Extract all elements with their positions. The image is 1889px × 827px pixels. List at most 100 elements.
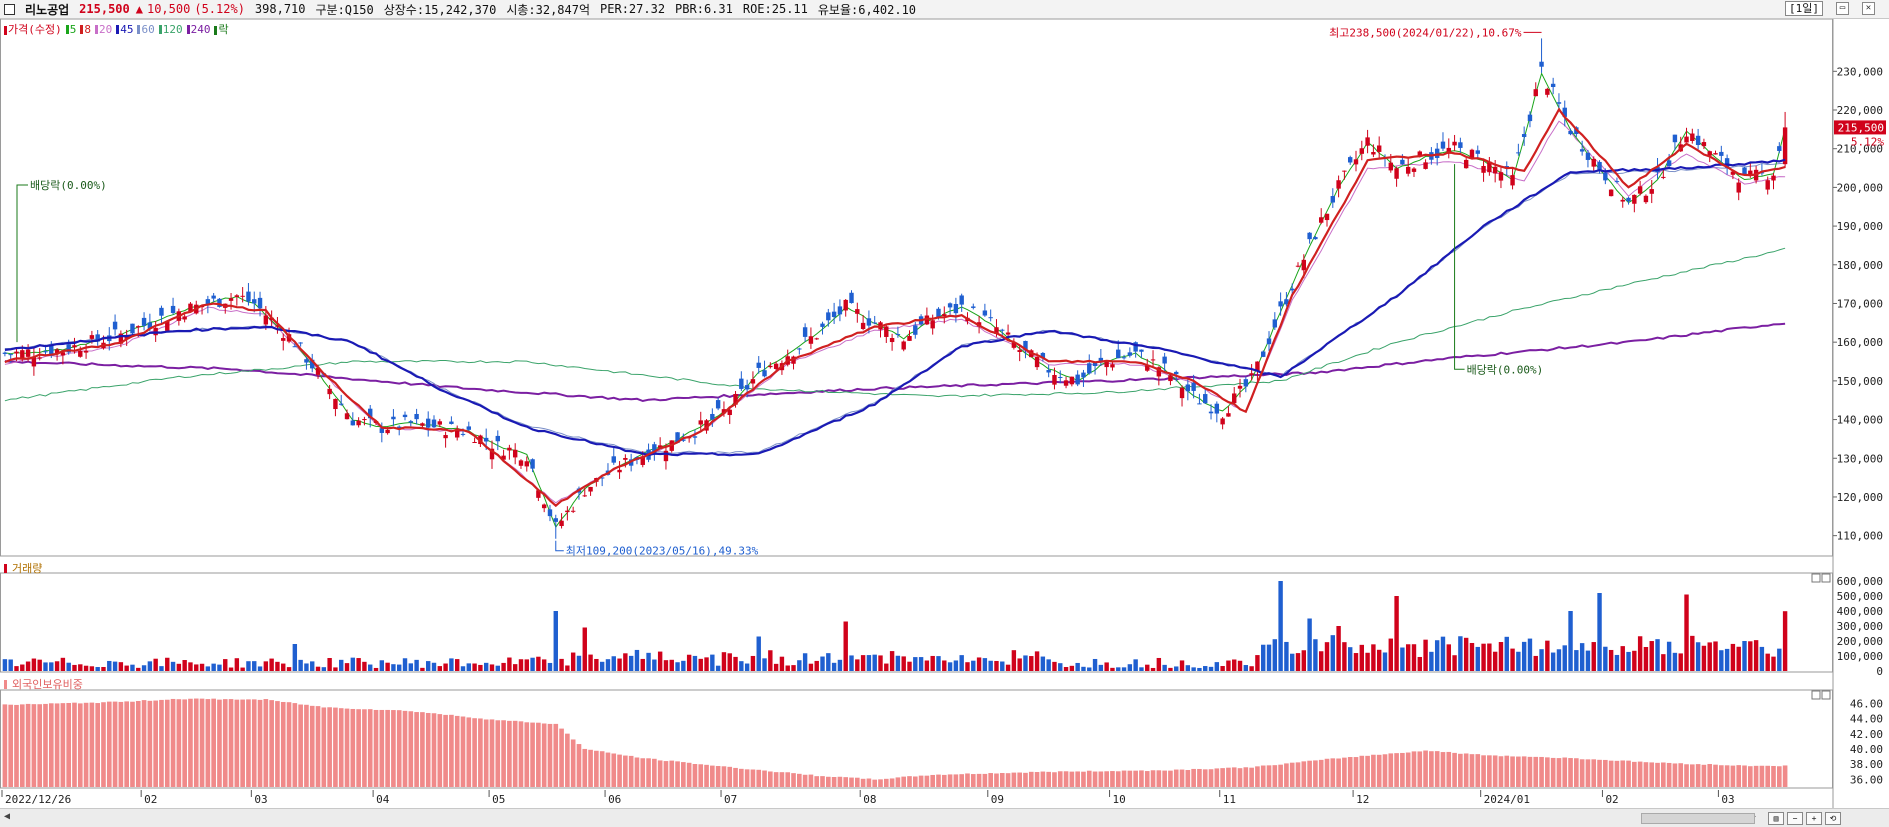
foreign-legend: 외국인보유비중 (4, 676, 83, 692)
volume-bar (1405, 644, 1411, 671)
foreign-bar (860, 778, 866, 787)
ma-legend-2[interactable]: 20 (94, 23, 112, 36)
candle-body (1777, 146, 1782, 151)
volume-bar (66, 662, 71, 671)
foreign-bar (222, 699, 228, 787)
candle-body (1458, 142, 1463, 148)
foreign-bar (512, 720, 518, 787)
volume-bar (1023, 655, 1028, 671)
checkbox-icon[interactable] (4, 3, 15, 15)
volume-bar (652, 659, 657, 671)
volume-bar (582, 627, 587, 671)
volume-bar (449, 658, 454, 671)
foreign-bar (1052, 772, 1057, 787)
foreign-bar (1434, 751, 1440, 787)
zoom-range-icon[interactable]: ▥ (1768, 812, 1784, 825)
foreign-bar (1556, 758, 1562, 787)
volume-bar (327, 658, 332, 671)
close-icon[interactable]: ✕ (1862, 2, 1875, 15)
foreign-bar (489, 719, 495, 787)
candle-body (495, 435, 500, 442)
price-change-pct: (5.12%) (194, 2, 245, 16)
foreign-bar (205, 699, 211, 787)
volume-bar (518, 659, 524, 671)
foreign-bar (1608, 760, 1614, 787)
volume-bar (333, 667, 338, 671)
candle-body (1359, 148, 1364, 154)
foreign-bar (1446, 751, 1452, 787)
volume-bar (663, 660, 669, 671)
candle-body (414, 413, 419, 420)
foreign-bar (825, 776, 831, 787)
volume-bar (344, 663, 350, 671)
stock-chart[interactable]: 110,000 120,000 130,000 140,000 150,000 160,0… (0, 19, 1889, 808)
volume-bar (1005, 664, 1011, 671)
volume-bar (1145, 664, 1150, 671)
foreign-bar (101, 702, 106, 787)
volume-bar (1620, 646, 1625, 671)
ma-legend-7[interactable]: 락 (214, 21, 229, 37)
foreign-bar (553, 723, 559, 787)
volume-bar (756, 636, 761, 671)
ma-legend-6[interactable]: 240 (186, 23, 210, 36)
candle-body (930, 320, 935, 329)
candle-body (623, 457, 628, 460)
stock-name[interactable]: 리노공업 (25, 1, 69, 18)
volume-bar (188, 662, 193, 671)
volume-bar (182, 660, 187, 671)
volume-bar (1655, 639, 1660, 671)
foreign-bar (652, 758, 657, 787)
candle-body (1521, 134, 1527, 137)
volume-bar (315, 666, 321, 671)
volume-bar (1139, 667, 1144, 671)
scroll-left-icon[interactable]: ◀ (4, 811, 10, 822)
volume-bar (2, 659, 8, 671)
scroll-bar[interactable]: ◀ ▶ ▥ − + ⟲ (0, 808, 1889, 827)
candle-body (350, 420, 356, 426)
volume-bar (1753, 640, 1759, 671)
foreign-bar (443, 714, 448, 787)
candle-body (1168, 375, 1173, 382)
volume-bar (1637, 636, 1643, 671)
volume-bar (1029, 656, 1034, 671)
candle-body (437, 421, 443, 425)
volume-bar (1400, 647, 1405, 671)
candle-body (988, 317, 993, 319)
foreign-bar (1208, 769, 1214, 787)
volume-bar (252, 661, 257, 671)
zoom-reset-icon[interactable]: ⟲ (1825, 812, 1841, 825)
candle-body (1353, 159, 1359, 165)
volume-bar (1347, 647, 1353, 671)
foreign-bar (275, 701, 280, 787)
volume-bar (930, 655, 935, 671)
ma-legend-4[interactable]: 60 (137, 23, 155, 36)
scroll-thumb[interactable] (1641, 813, 1755, 824)
ma-legend-1[interactable]: 8 (80, 23, 91, 36)
volume-bar (112, 661, 118, 671)
volume-bar (489, 664, 495, 671)
foreign-bar (495, 720, 501, 787)
candle-body (843, 299, 848, 311)
zoom-out-icon[interactable]: − (1787, 812, 1803, 825)
volume-bar (733, 656, 738, 671)
candle-body (1701, 142, 1707, 147)
ma-legend-5[interactable]: 120 (158, 23, 183, 36)
volume-bar (443, 663, 448, 671)
foreign-bar (1701, 764, 1707, 787)
ma-legend-0[interactable]: 5 (65, 23, 76, 36)
foreign-bar (1318, 759, 1324, 787)
candle-body (750, 379, 756, 384)
foreign-bar (657, 760, 663, 787)
foreign-bar (901, 776, 907, 787)
foreign-bar (843, 777, 849, 787)
period-selector[interactable]: [1일] (1785, 1, 1823, 16)
price-tick-label: 230,000 (1837, 65, 1883, 78)
foreign-bar (976, 773, 982, 787)
minimize-icon[interactable]: ▭ (1836, 2, 1849, 15)
volume-bar (1724, 648, 1730, 671)
candle-body (860, 322, 866, 330)
volume-bar (785, 665, 790, 671)
zoom-in-icon[interactable]: + (1806, 812, 1822, 825)
ma-legend-3[interactable]: 45 (116, 23, 133, 36)
volume-bar (25, 661, 31, 671)
